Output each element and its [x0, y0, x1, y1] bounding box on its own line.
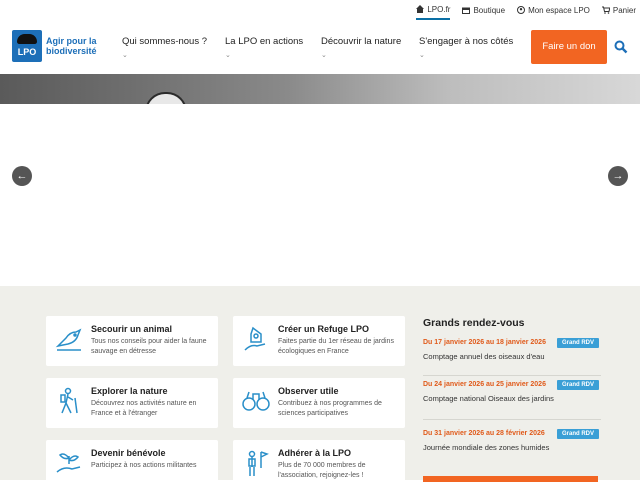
event-date: Du 24 janvier 2026 au 25 janvier 2026: [423, 381, 546, 388]
nav-qui-sommes-nous[interactable]: Qui sommes-nous ? ⌄: [122, 36, 225, 59]
lpo-logo[interactable]: LPO Agir pour la biodiversité: [12, 30, 108, 62]
card-title: Adhérer à la LPO: [278, 448, 352, 458]
card-observer-utile[interactable]: Observer utile Contribuez à nos programm…: [233, 378, 405, 428]
bird-care-icon: [54, 324, 84, 354]
main-nav: Qui sommes-nous ? ⌄ La LPO en actions ⌄ …: [122, 36, 539, 59]
person-flag-icon: [241, 448, 271, 478]
panier-link[interactable]: Panier: [601, 0, 636, 20]
panier-label: Panier: [612, 5, 636, 15]
search-icon[interactable]: [614, 40, 628, 54]
utility-bar: LPO.fr Boutique Mon espace LPO Panier: [0, 0, 640, 20]
espace-label: Mon espace LPO: [528, 5, 590, 15]
card-description: Faites partie du 1er réseau de jardins é…: [278, 338, 394, 355]
card-title: Explorer la nature: [91, 386, 168, 396]
card-title: Créer un Refuge LPO: [278, 324, 370, 334]
chevron-down-icon: ⌄: [419, 52, 425, 59]
boutique-link[interactable]: Boutique: [462, 0, 505, 20]
event-badge: Grand RDV: [556, 429, 599, 439]
event-badge: Grand RDV: [556, 380, 599, 390]
card-description: Contribuez à nos programmes de sciences …: [278, 400, 382, 417]
hero-photo-subject: [145, 92, 187, 104]
boutique-label: Boutique: [473, 5, 506, 15]
card-explorer-nature[interactable]: Explorer la nature Découvrez nos activit…: [46, 378, 218, 428]
chevron-down-icon: ⌄: [225, 52, 231, 59]
rdv-more-button[interactable]: [423, 476, 598, 482]
bird-logo-icon: [17, 34, 37, 44]
nav-label: La LPO en actions: [225, 36, 304, 47]
card-title: Secourir un animal: [91, 324, 173, 334]
card-description: Découvrez nos activités nature en France…: [91, 400, 197, 417]
event-date: Du 31 janvier 2026 au 28 février 2026: [423, 430, 545, 437]
nav-label: S'engager à nos côtés: [419, 36, 514, 47]
nav-lpo-en-actions[interactable]: La LPO en actions ⌄: [225, 36, 321, 59]
logo-tagline: Agir pour la biodiversité: [46, 36, 97, 56]
nav-label: Qui sommes-nous ?: [122, 36, 208, 47]
birdhouse-hand-icon: [241, 324, 271, 354]
event-badge: Grand RDV: [556, 338, 599, 348]
cart-icon: [601, 6, 610, 14]
hiker-icon: [54, 386, 84, 416]
event-divider: [423, 419, 601, 420]
hero-carousel: ← →: [0, 74, 640, 286]
user-icon: [517, 6, 526, 14]
logo-mark-text: LPO: [17, 47, 37, 57]
sprout-hand-icon: [54, 448, 84, 478]
lpo-logo-mark: LPO: [12, 30, 42, 62]
event-date: Du 17 janvier 2026 au 18 janvier 2026: [423, 339, 546, 346]
card-title: Devenir bénévole: [91, 448, 166, 458]
espace-link[interactable]: Mon espace LPO: [517, 0, 590, 20]
nav-label: Découvrir la nature: [321, 36, 402, 47]
nav-s-engager[interactable]: S'engager à nos côtés ⌄: [419, 36, 539, 59]
rdv-event[interactable]: Du 24 janvier 2026 au 25 janvier 2026 Co…: [423, 380, 601, 420]
card-secourir-animal[interactable]: Secourir un animal Tous nos conseils pou…: [46, 316, 218, 366]
lpo-site-label: LPO.fr: [427, 4, 451, 14]
binoculars-icon: [241, 386, 271, 416]
arrow-left-icon: ←: [16, 170, 28, 182]
carousel-next-button[interactable]: →: [608, 166, 628, 186]
card-description: Participez à nos actions militantes: [91, 462, 197, 469]
card-refuge-lpo[interactable]: Créer un Refuge LPO Faites partie du 1er…: [233, 316, 405, 366]
card-adherer-lpo[interactable]: Adhérer à la LPO Plus de 70 000 membres …: [233, 440, 405, 490]
nav-decouvrir-nature[interactable]: Découvrir la nature ⌄: [321, 36, 419, 59]
arrow-right-icon: →: [612, 170, 624, 182]
carousel-prev-button[interactable]: ←: [12, 166, 32, 186]
hero-image: [0, 74, 640, 104]
rdv-section-title: Grands rendez-vous: [423, 317, 525, 329]
home-icon: [416, 5, 425, 13]
lpo-site-link[interactable]: LPO.fr: [416, 0, 451, 20]
shop-icon: [462, 6, 471, 14]
card-devenir-benevole[interactable]: Devenir bénévole Participez à nos action…: [46, 440, 218, 490]
event-name: Comptage national Oiseaux des jardins: [423, 394, 554, 403]
chevron-down-icon: ⌄: [122, 52, 128, 59]
rdv-event[interactable]: Du 31 janvier 2026 au 28 février 2026 Jo…: [423, 429, 601, 452]
actions-section: Secourir un animal Tous nos conseils pou…: [0, 286, 640, 490]
rdv-event[interactable]: Du 17 janvier 2026 au 18 janvier 2026 Co…: [423, 338, 601, 376]
chevron-down-icon: ⌄: [321, 52, 327, 59]
main-header: LPO Agir pour la biodiversité Qui sommes…: [0, 20, 640, 74]
event-name: Journée mondiale des zones humides: [423, 443, 550, 452]
card-description: Plus de 70 000 membres de l'association,…: [278, 462, 366, 479]
card-title: Observer utile: [278, 386, 339, 396]
event-name: Comptage annuel des oiseaux d'eau: [423, 352, 545, 361]
donate-button[interactable]: Faire un don: [531, 30, 607, 64]
event-divider: [423, 375, 601, 376]
card-description: Tous nos conseils pour aider la faune sa…: [91, 338, 207, 355]
